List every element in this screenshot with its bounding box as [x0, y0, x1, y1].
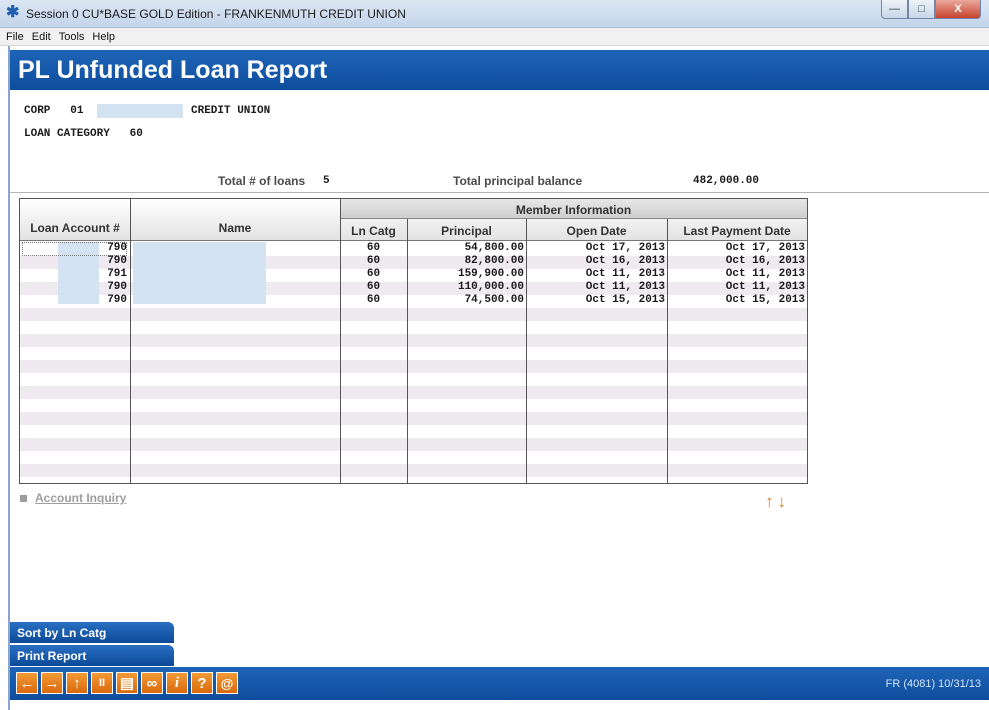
- account-inquiry-label: Account Inquiry: [35, 491, 127, 505]
- corp-label: CORP: [24, 105, 51, 117]
- cell-principal: 159,900.00: [457, 268, 524, 280]
- cell-ln-catg: 60: [366, 255, 381, 267]
- link-icon[interactable]: ∞: [141, 672, 163, 694]
- cell-open-date: Oct 16, 2013: [585, 255, 665, 267]
- cell-account: 791: [107, 268, 127, 280]
- loan-category-line: LOAN CATEGORY 60: [24, 128, 143, 140]
- cell-ln-catg: 60: [366, 242, 381, 254]
- help-icon[interactable]: ?: [191, 672, 213, 694]
- menu-file[interactable]: File: [6, 31, 24, 43]
- total-principal-label: Total principal balance: [453, 174, 583, 188]
- member-info-label: Member Information: [515, 203, 632, 217]
- row-band: [20, 334, 807, 347]
- back-icon[interactable]: ←: [16, 672, 38, 694]
- cell-open-date: Oct 11, 2013: [585, 281, 665, 293]
- info-icon[interactable]: i: [166, 672, 188, 694]
- cell-open-date: Oct 15, 2013: [585, 294, 665, 306]
- app-window: ✱ Session 0 CU*BASE GOLD Edition - FRANK…: [0, 0, 989, 710]
- total-principal-value: 482,000.00: [693, 175, 760, 187]
- menu-help[interactable]: Help: [92, 31, 115, 43]
- cell-ln-catg: 60: [366, 281, 381, 293]
- bottom-strip: [10, 700, 989, 710]
- cell-open-date: Oct 17, 2013: [585, 242, 665, 254]
- menu-bar: File Edit Tools Help: [0, 28, 989, 46]
- maximize-button[interactable]: □: [908, 0, 935, 19]
- column-divider: [130, 199, 131, 483]
- divider: [10, 192, 989, 193]
- email-icon[interactable]: @: [216, 672, 238, 694]
- row-band: [20, 412, 807, 425]
- row-band: [20, 308, 807, 321]
- col-name[interactable]: Name: [130, 221, 340, 235]
- cell-principal: 110,000.00: [457, 281, 524, 293]
- left-border-stripe: [8, 46, 10, 710]
- cell-last-payment: Oct 11, 2013: [725, 268, 805, 280]
- col-open-date[interactable]: Open Date: [526, 224, 667, 238]
- total-loans-label: Total # of loans: [218, 174, 306, 188]
- cell-ln-catg: 60: [366, 268, 381, 280]
- redacted-corp-name: [97, 104, 183, 118]
- cell-principal: 82,800.00: [464, 255, 524, 267]
- column-divider: [340, 199, 341, 483]
- loan-report-table: Member Information Loan Account # Name L…: [19, 198, 808, 484]
- cell-account: 790: [107, 294, 127, 306]
- row-band: [20, 386, 807, 399]
- sort-by-ln-catg-button[interactable]: Sort by Ln Catg: [10, 622, 174, 643]
- title-bar: ✱ Session 0 CU*BASE GOLD Edition - FRANK…: [0, 0, 989, 28]
- menu-edit[interactable]: Edit: [32, 31, 51, 43]
- minimize-button[interactable]: —: [881, 0, 908, 19]
- col-principal[interactable]: Principal: [407, 224, 526, 238]
- cell-account: 790: [107, 242, 127, 254]
- print-icon[interactable]: ▤: [116, 672, 138, 694]
- window-controls: — □ X: [881, 0, 981, 20]
- loan-category-label: LOAN CATEGORY: [24, 128, 110, 140]
- cell-ln-catg: 60: [366, 294, 381, 306]
- cell-last-payment: Oct 11, 2013: [725, 281, 805, 293]
- row-band: [20, 438, 807, 451]
- row-band: [20, 464, 807, 477]
- scroll-arrows: ↑ ↓: [765, 493, 787, 510]
- bottom-toolbar: ← → ↑ II ▤ ∞ i ? @ FR (4081) 10/31/13: [10, 667, 989, 700]
- corp-label-line: CORP 01: [24, 105, 83, 117]
- loan-category-value: 60: [129, 128, 143, 140]
- scroll-up-icon[interactable]: ↑: [765, 493, 774, 510]
- cell-last-payment: Oct 16, 2013: [725, 255, 805, 267]
- redacted-member-names: [133, 242, 266, 304]
- forward-icon[interactable]: →: [41, 672, 63, 694]
- col-last-payment-date[interactable]: Last Payment Date: [667, 224, 807, 238]
- window-title: Session 0 CU*BASE GOLD Edition - FRANKEN…: [26, 7, 406, 21]
- pause-icon[interactable]: II: [91, 672, 113, 694]
- status-text: FR (4081) 10/31/13: [885, 678, 981, 690]
- close-button[interactable]: X: [935, 0, 981, 19]
- cell-last-payment: Oct 15, 2013: [725, 294, 805, 306]
- row-band: [20, 360, 807, 373]
- col-ln-catg[interactable]: Ln Catg: [340, 224, 407, 238]
- member-info-group-header: Member Information: [340, 199, 807, 219]
- cell-principal: 74,500.00: [464, 294, 524, 306]
- total-loans-value: 5: [323, 175, 330, 187]
- print-report-button[interactable]: Print Report: [10, 645, 174, 666]
- page-title: PL Unfunded Loan Report: [18, 56, 328, 84]
- scroll-down-icon[interactable]: ↓: [778, 493, 787, 510]
- menu-tools[interactable]: Tools: [59, 31, 85, 43]
- cell-account: 790: [107, 281, 127, 293]
- col-loan-account[interactable]: Loan Account #: [20, 221, 130, 235]
- corp-value: 01: [70, 105, 84, 117]
- app-logo-icon: ✱: [6, 4, 20, 21]
- up-icon[interactable]: ↑: [66, 672, 88, 694]
- cell-open-date: Oct 11, 2013: [585, 268, 665, 280]
- account-inquiry-button[interactable]: Account Inquiry: [20, 491, 126, 505]
- cell-last-payment: Oct 17, 2013: [725, 242, 805, 254]
- cell-principal: 54,800.00: [464, 242, 524, 254]
- corp-name-suffix: CREDIT UNION: [191, 105, 271, 117]
- page-header-banner: PL Unfunded Loan Report: [10, 50, 989, 90]
- cell-account: 790: [107, 255, 127, 267]
- bullet-square-icon: [20, 494, 27, 502]
